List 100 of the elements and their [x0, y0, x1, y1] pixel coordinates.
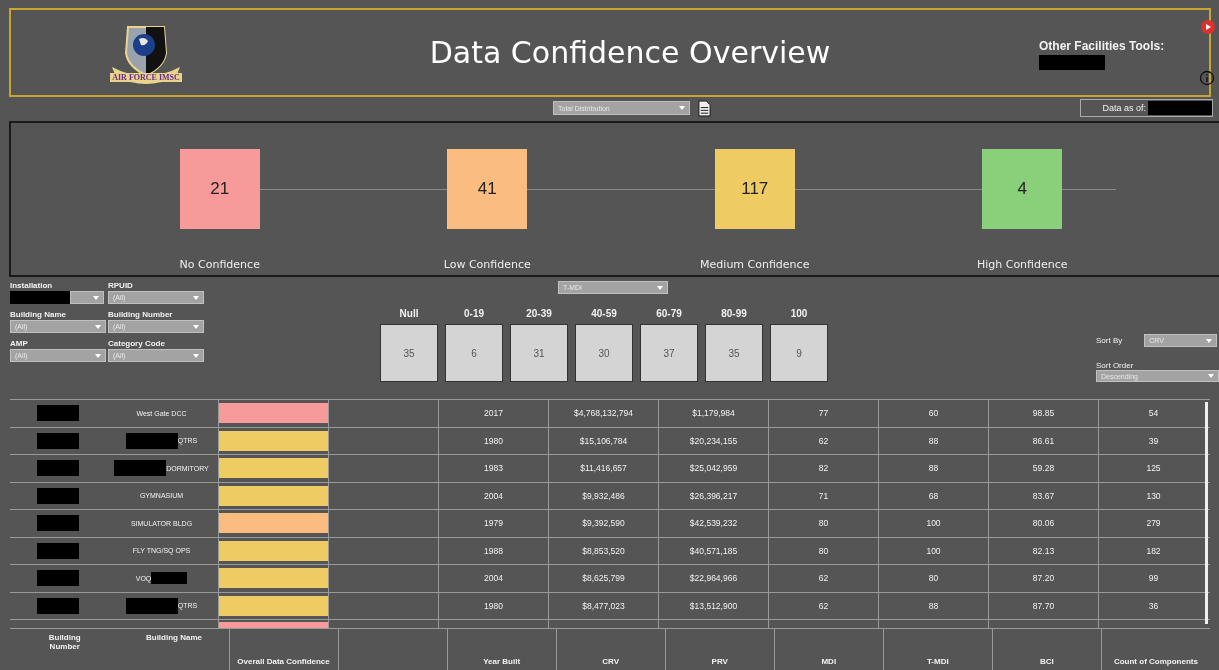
confidence-count-tile[interactable]: 21 — [179, 149, 260, 229]
column-header[interactable]: PRV — [711, 657, 728, 666]
document-icon[interactable] — [698, 99, 711, 117]
bin-label: 60-79 — [656, 308, 682, 319]
column-header[interactable]: CRV — [602, 657, 620, 666]
filter-label: AMP — [10, 339, 29, 348]
table-cell: 2004 — [484, 573, 503, 584]
redaction-bar — [10, 291, 70, 304]
column-header[interactable]: MDI — [821, 657, 837, 666]
redaction-bar — [36, 405, 79, 422]
filter-label: Building Name — [10, 310, 67, 319]
table-cell: 83.67 — [1032, 490, 1055, 501]
bin-label: 20-39 — [526, 308, 552, 319]
table-cell: $15,106,784 — [579, 435, 628, 446]
confidence-label: High Confidence — [976, 258, 1068, 271]
bin-count-tile[interactable]: 6 — [445, 324, 503, 382]
redaction-bar — [125, 432, 178, 449]
table-cell: 1988 — [484, 545, 503, 556]
confidence-count-tile[interactable]: 41 — [447, 149, 528, 229]
bin-count-tile[interactable]: 35 — [705, 324, 763, 382]
caret-icon — [95, 324, 101, 329]
redaction-bar — [36, 432, 79, 449]
scrollbar[interactable] — [1205, 402, 1208, 624]
caret-icon — [193, 295, 199, 300]
table-cell: 1979 — [484, 518, 503, 529]
table-cell: 60 — [928, 408, 939, 419]
redaction-bar — [36, 597, 79, 614]
bin-label: 40-59 — [591, 308, 617, 319]
bin-count-tile[interactable]: 9 — [770, 324, 828, 382]
table-cell: $9,392,590 — [582, 518, 625, 529]
table-cell: 36 — [1148, 600, 1159, 611]
redaction-bar — [151, 572, 188, 585]
redaction-bar — [36, 487, 79, 504]
table-cell: 1980 — [484, 600, 503, 611]
confidence-count-tile[interactable]: 117 — [714, 149, 795, 229]
caret-icon — [95, 353, 101, 358]
table-cell: 99 — [1148, 573, 1159, 584]
bin-label: 100 — [790, 308, 808, 319]
filter-label: Building Number — [108, 310, 174, 319]
table-cell: 87.20 — [1032, 573, 1055, 584]
confidence-label: Medium Confidence — [700, 258, 810, 271]
table-cell: 86.61 — [1032, 435, 1055, 446]
bin-count-tile[interactable]: 35 — [380, 324, 438, 382]
table-cell: $25,042,959 — [689, 463, 738, 474]
play-icon[interactable] — [1201, 20, 1215, 34]
column-header[interactable]: Building Name — [146, 633, 202, 642]
confidence-count-tile[interactable]: 4 — [982, 149, 1063, 229]
table-cell: 1980 — [484, 435, 503, 446]
table-cell: 71 — [818, 490, 829, 501]
redaction-bar — [36, 542, 79, 559]
column-header[interactable]: T-MDI — [926, 657, 949, 666]
table-cell: 68 — [928, 490, 939, 501]
filter-label: Installation — [10, 281, 54, 290]
column-header[interactable]: BCI — [1039, 657, 1054, 666]
sort-by-label: Sort By — [1096, 336, 1123, 345]
table-cell: 130 — [1146, 490, 1161, 501]
table-cell: 87.70 — [1032, 600, 1055, 611]
logo-text: AIR FORCE IMSC — [110, 72, 182, 82]
table-cell: 125 — [1146, 463, 1161, 474]
table-cell: 279 — [1146, 518, 1161, 529]
bin-count-tile[interactable]: 37 — [640, 324, 698, 382]
caret-icon — [1208, 374, 1214, 378]
table-cell: 62 — [818, 600, 829, 611]
table-cell: 80.06 — [1032, 518, 1055, 529]
table-cell: 82.13 — [1032, 545, 1055, 556]
table-cell: 80 — [818, 545, 829, 556]
column-header[interactable]: Year Built — [483, 657, 521, 666]
table-cell: 2004 — [484, 490, 503, 501]
bin-label: 80-99 — [721, 308, 747, 319]
table-cell: $13,512,900 — [689, 600, 738, 611]
data-as-of-label: Data as of: — [1102, 103, 1146, 113]
table-cell: 88 — [928, 600, 939, 611]
bin-count-tile[interactable]: 30 — [575, 324, 633, 382]
table-cell: 2017 — [484, 408, 503, 419]
confidence-label: Low Confidence — [443, 258, 531, 271]
caret-icon — [679, 106, 685, 110]
redaction-bar — [36, 460, 79, 477]
table-cell: $8,853,520 — [582, 545, 625, 556]
sort-order-label: Sort Order — [1096, 361, 1135, 370]
table-cell: 62 — [818, 573, 829, 584]
table-cell: $20,234,155 — [689, 435, 738, 446]
bin-label: 0-19 — [464, 308, 484, 319]
table-cell: 77 — [818, 408, 829, 419]
redaction-bar — [125, 597, 178, 614]
bin-count-tile[interactable]: 31 — [510, 324, 568, 382]
redaction-bar — [36, 570, 79, 587]
caret-icon — [93, 295, 99, 300]
column-header[interactable]: Building Number — [34, 633, 96, 651]
table-cell: 62 — [818, 435, 829, 446]
info-icon[interactable] — [1199, 70, 1215, 86]
caret-icon — [193, 353, 199, 358]
redaction-bar — [114, 460, 167, 477]
table-cell: $22,964,966 — [689, 573, 738, 584]
table-cell: $42,539,232 — [689, 518, 738, 529]
column-header[interactable]: Overall Data Confidence — [237, 657, 330, 666]
table-cell: 182 — [1146, 545, 1161, 556]
column-header[interactable]: Count of Components — [1113, 657, 1198, 666]
table-cell: 100 — [926, 518, 941, 529]
table-cell: 54 — [1148, 408, 1159, 419]
table-cell: 80 — [818, 518, 829, 529]
